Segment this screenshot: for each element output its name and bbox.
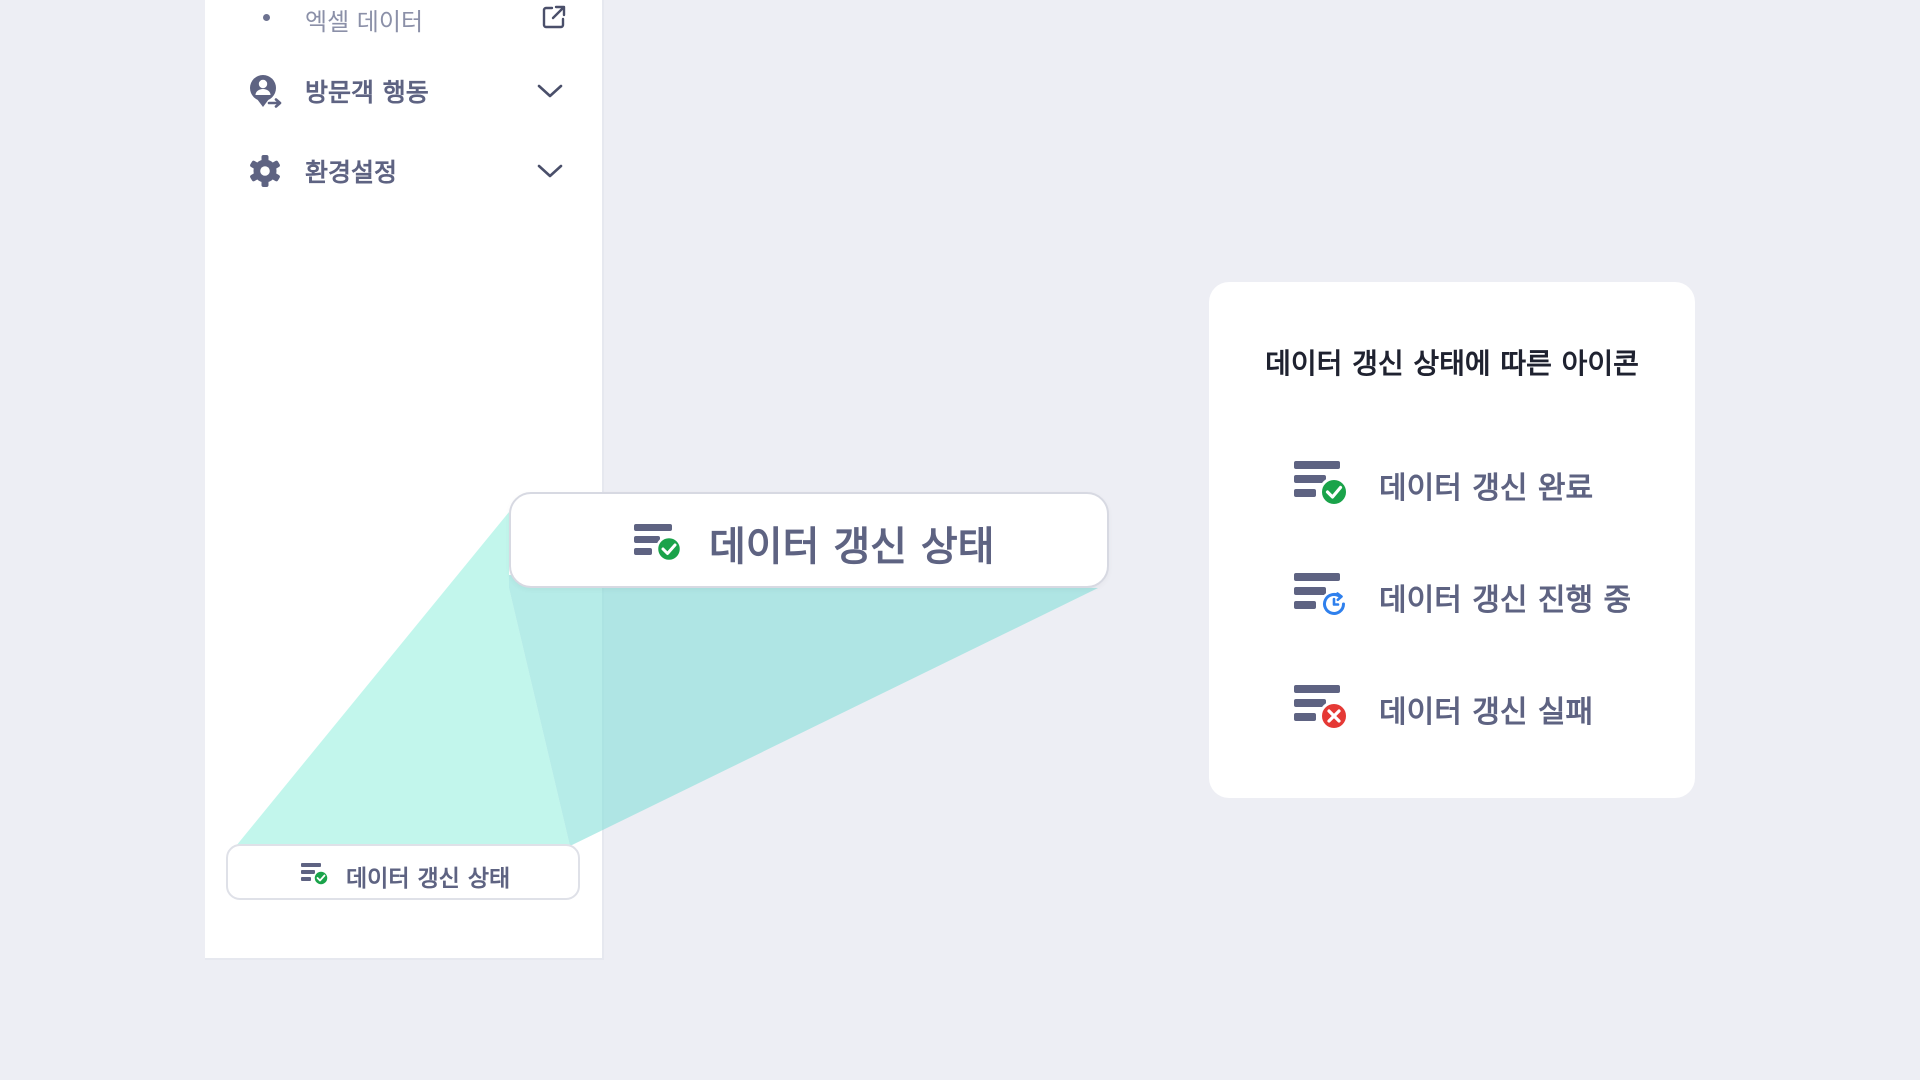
sidebar-item-visitor-behavior[interactable]: 방문객 행동 bbox=[205, 59, 602, 119]
legend-item-in-progress: 데이터 갱신 진행 중 bbox=[1293, 567, 1673, 623]
legend-title: 데이터 갱신 상태에 따른 아이콘 bbox=[1265, 347, 1639, 380]
legend-item-label: 데이터 갱신 완료 bbox=[1379, 471, 1594, 506]
sidebar-item-label: 방문객 행동 bbox=[305, 78, 429, 107]
data-refresh-status-label: 데이터 갱신 상태 bbox=[346, 866, 511, 892]
data-refresh-progress-icon bbox=[1294, 573, 1348, 618]
gear-icon bbox=[250, 155, 280, 187]
zoomed-status-callout: 데이터 갱신 상태 bbox=[509, 492, 1109, 588]
data-refresh-success-icon bbox=[634, 524, 683, 563]
chevron-down-icon[interactable] bbox=[535, 159, 565, 183]
legend-item-label: 데이터 갱신 진행 중 bbox=[1379, 583, 1632, 618]
sidebar-subitem-excel-data[interactable]: 엑셀 데이터 bbox=[205, 0, 602, 36]
data-refresh-success-icon bbox=[1294, 461, 1349, 507]
data-refresh-fail-icon bbox=[1294, 685, 1349, 731]
legend-item-failed: 데이터 갱신 실패 bbox=[1293, 679, 1673, 735]
legend-item-complete: 데이터 갱신 완료 bbox=[1293, 455, 1673, 511]
status-icon-legend-card: 데이터 갱신 상태에 따른 아이콘 데이터 갱신 완료 데이터 갱신 진행 중 bbox=[1209, 282, 1695, 798]
sidebar-item-label: 환경설정 bbox=[305, 158, 398, 187]
sidebar: 엑셀 데이터 방문객 행동 환경설정 bbox=[205, 0, 604, 960]
bullet bbox=[263, 14, 270, 21]
legend-item-label: 데이터 갱신 실패 bbox=[1379, 695, 1594, 730]
data-refresh-status-button[interactable]: 데이터 갱신 상태 bbox=[226, 844, 580, 900]
external-link-icon[interactable] bbox=[539, 2, 569, 32]
visitor-icon bbox=[250, 75, 282, 108]
chevron-down-icon[interactable] bbox=[535, 79, 565, 103]
data-refresh-success-icon bbox=[301, 863, 329, 886]
sidebar-item-settings[interactable]: 환경설정 bbox=[205, 139, 602, 199]
sidebar-subitem-label: 엑셀 데이터 bbox=[305, 8, 424, 36]
zoomed-status-label: 데이터 갱신 상태 bbox=[709, 524, 995, 570]
